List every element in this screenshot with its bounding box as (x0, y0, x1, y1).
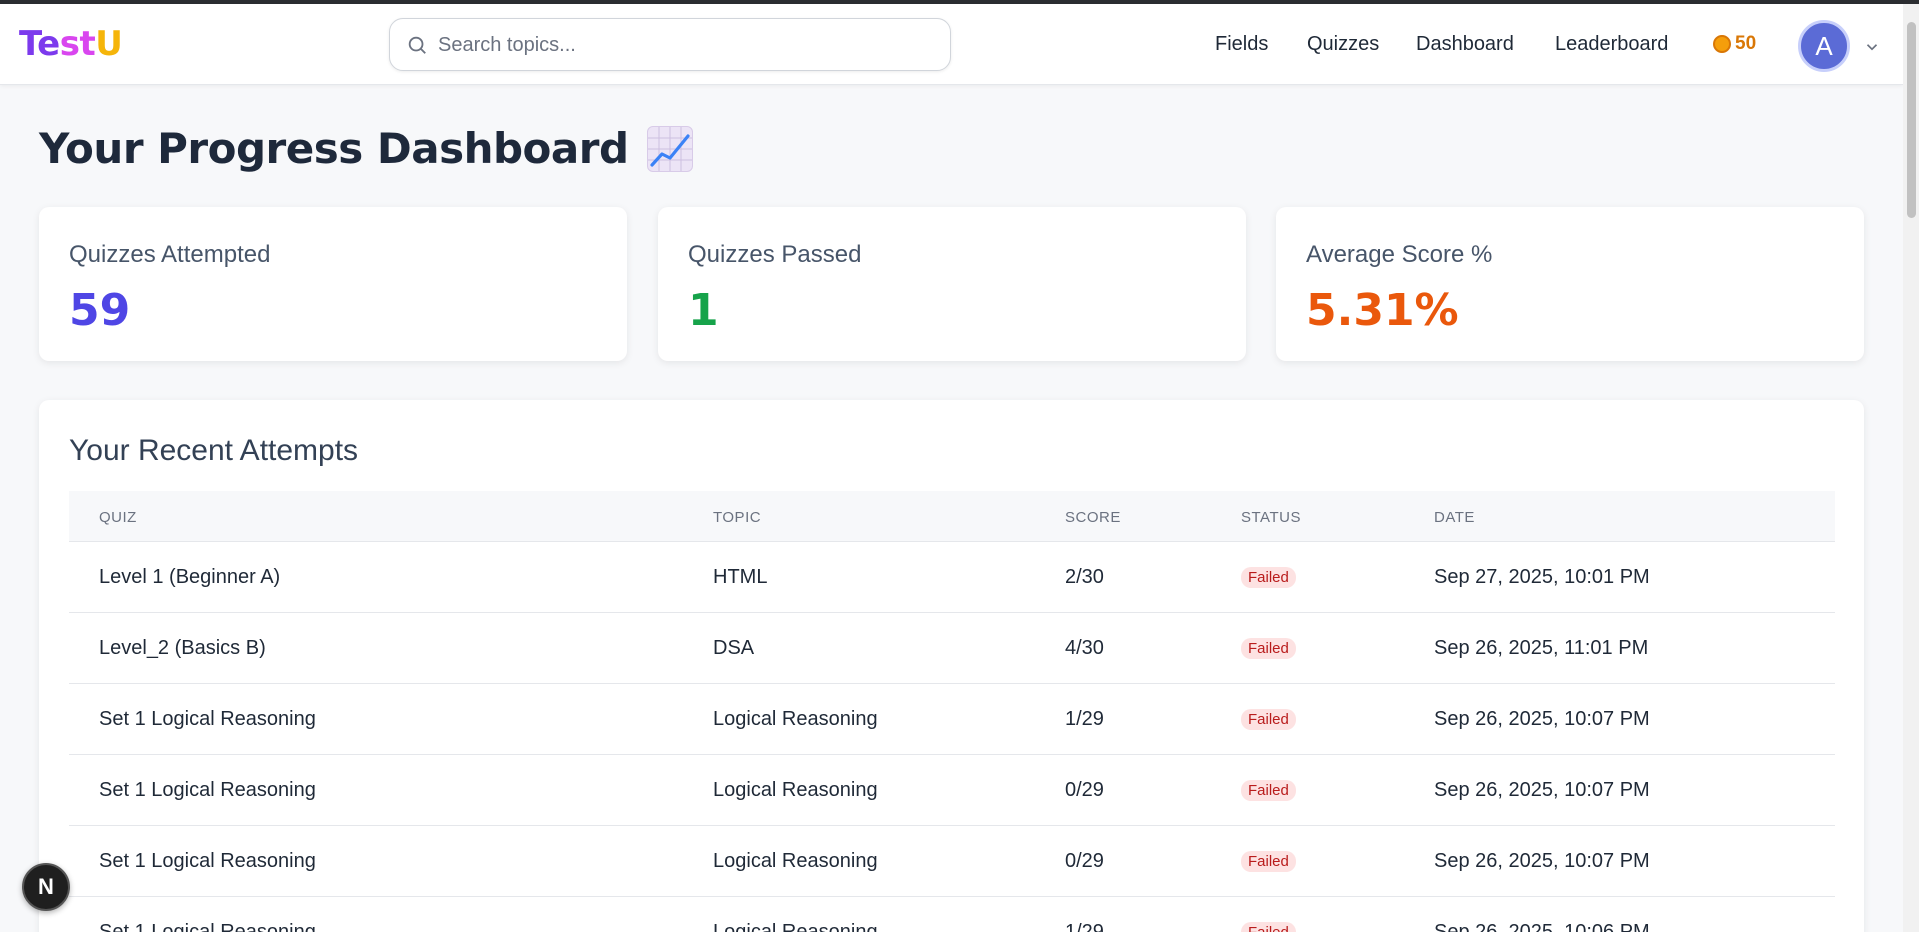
search-box (389, 18, 951, 71)
nav-leaderboard[interactable]: Leaderboard (1555, 33, 1668, 56)
nav-dashboard[interactable]: Dashboard (1416, 33, 1514, 56)
stat-label: Average Score % (1306, 241, 1493, 268)
stat-card-attempted: Quizzes Attempted 59 (39, 207, 627, 361)
search-input[interactable] (438, 31, 928, 59)
stat-label: Quizzes Attempted (69, 241, 271, 268)
table-row[interactable]: Set 1 Logical Reasoning Logical Reasonin… (69, 684, 1835, 755)
cell-topic: Logical Reasoning (713, 779, 878, 801)
cell-quiz: Set 1 Logical Reasoning (99, 921, 316, 932)
cell-date: Sep 27, 2025, 10:01 PM (1434, 566, 1650, 588)
nav-fields[interactable]: Fields (1215, 33, 1268, 56)
table-header: QUIZ TOPIC SCORE STATUS DATE (69, 491, 1835, 542)
status-badge: Failed (1241, 922, 1296, 932)
cell-topic: Logical Reasoning (713, 708, 878, 730)
cell-score: 0/29 (1065, 779, 1104, 801)
cell-topic: DSA (713, 637, 755, 659)
cell-date: Sep 26, 2025, 10:07 PM (1434, 708, 1650, 730)
nav-quizzes[interactable]: Quizzes (1307, 33, 1379, 56)
page-title: Your Progress Dashboard (39, 124, 629, 173)
cell-date: Sep 26, 2025, 11:01 PM (1434, 637, 1649, 659)
status-badge: Failed (1241, 709, 1296, 730)
avatar[interactable]: A (1798, 20, 1850, 72)
cell-quiz: Set 1 Logical Reasoning (99, 850, 316, 872)
cell-topic: Logical Reasoning (713, 921, 878, 932)
column-header-quiz: QUIZ (99, 509, 137, 526)
stat-card-passed: Quizzes Passed 1 (658, 207, 1246, 361)
page-scrollbar[interactable] (1903, 4, 1919, 932)
status-badge: Failed (1241, 780, 1296, 801)
status-badge: Failed (1241, 851, 1296, 872)
recent-attempts-panel: Your Recent Attempts QUIZ TOPIC SCORE ST… (39, 400, 1864, 932)
logo-part-1: Te (19, 24, 60, 64)
cell-date: Sep 26, 2025, 10:07 PM (1434, 850, 1650, 872)
cell-score: 1/29 (1065, 708, 1104, 730)
dev-tools-button[interactable]: N (22, 863, 70, 911)
logo[interactable]: TestU (19, 24, 123, 64)
coin-count: 50 (1735, 33, 1757, 54)
cell-score: 0/29 (1065, 850, 1104, 872)
cell-date: Sep 26, 2025, 10:07 PM (1434, 779, 1650, 801)
stat-value: 5.31% (1306, 285, 1459, 336)
cell-quiz: Level 1 (Beginner A) (99, 566, 281, 588)
cell-quiz: Set 1 Logical Reasoning (99, 779, 316, 801)
table-row[interactable]: Level_2 (Basics B) DSA 4/30 Failed Sep 2… (69, 613, 1835, 684)
section-title: Your Recent Attempts (69, 434, 359, 467)
coin-balance: 50 (1713, 33, 1756, 55)
cell-topic: HTML (713, 566, 768, 588)
cell-topic: Logical Reasoning (713, 850, 878, 872)
table-row[interactable]: Set 1 Logical Reasoning Logical Reasonin… (69, 897, 1835, 932)
cell-date: Sep 26, 2025, 10:06 PM (1434, 921, 1650, 932)
page-title-row: Your Progress Dashboard (39, 124, 693, 173)
cell-score: 1/29 (1065, 921, 1104, 932)
stat-card-average: Average Score % 5.31% (1276, 207, 1864, 361)
column-header-status: STATUS (1241, 509, 1301, 526)
column-header-topic: TOPIC (713, 509, 762, 526)
stat-value: 1 (688, 285, 719, 336)
coin-icon (1713, 35, 1731, 53)
table-row[interactable]: Set 1 Logical Reasoning Logical Reasonin… (69, 755, 1835, 826)
table-row[interactable]: Set 1 Logical Reasoning Logical Reasonin… (69, 826, 1835, 897)
navbar: TestU Fields Quizzes Dashboard Leaderboa… (0, 4, 1903, 85)
status-badge: Failed (1241, 638, 1296, 659)
chevron-down-icon[interactable] (1863, 38, 1881, 56)
scrollbar-thumb[interactable] (1907, 22, 1916, 218)
search-icon (408, 36, 426, 54)
column-header-score: SCORE (1065, 509, 1121, 526)
cell-quiz: Level_2 (Basics B) (99, 637, 266, 659)
chart-increasing-icon (646, 125, 693, 172)
column-header-date: DATE (1434, 509, 1475, 526)
logo-part-2: st (59, 24, 96, 64)
stat-label: Quizzes Passed (688, 241, 862, 268)
cell-quiz: Set 1 Logical Reasoning (99, 708, 316, 730)
stat-value: 59 (69, 285, 131, 336)
logo-part-3: U (95, 24, 123, 64)
cell-score: 2/30 (1065, 566, 1104, 588)
cell-score: 4/30 (1065, 637, 1104, 659)
table-row[interactable]: Level 1 (Beginner A) HTML 2/30 Failed Se… (69, 542, 1835, 613)
status-badge: Failed (1241, 567, 1296, 588)
